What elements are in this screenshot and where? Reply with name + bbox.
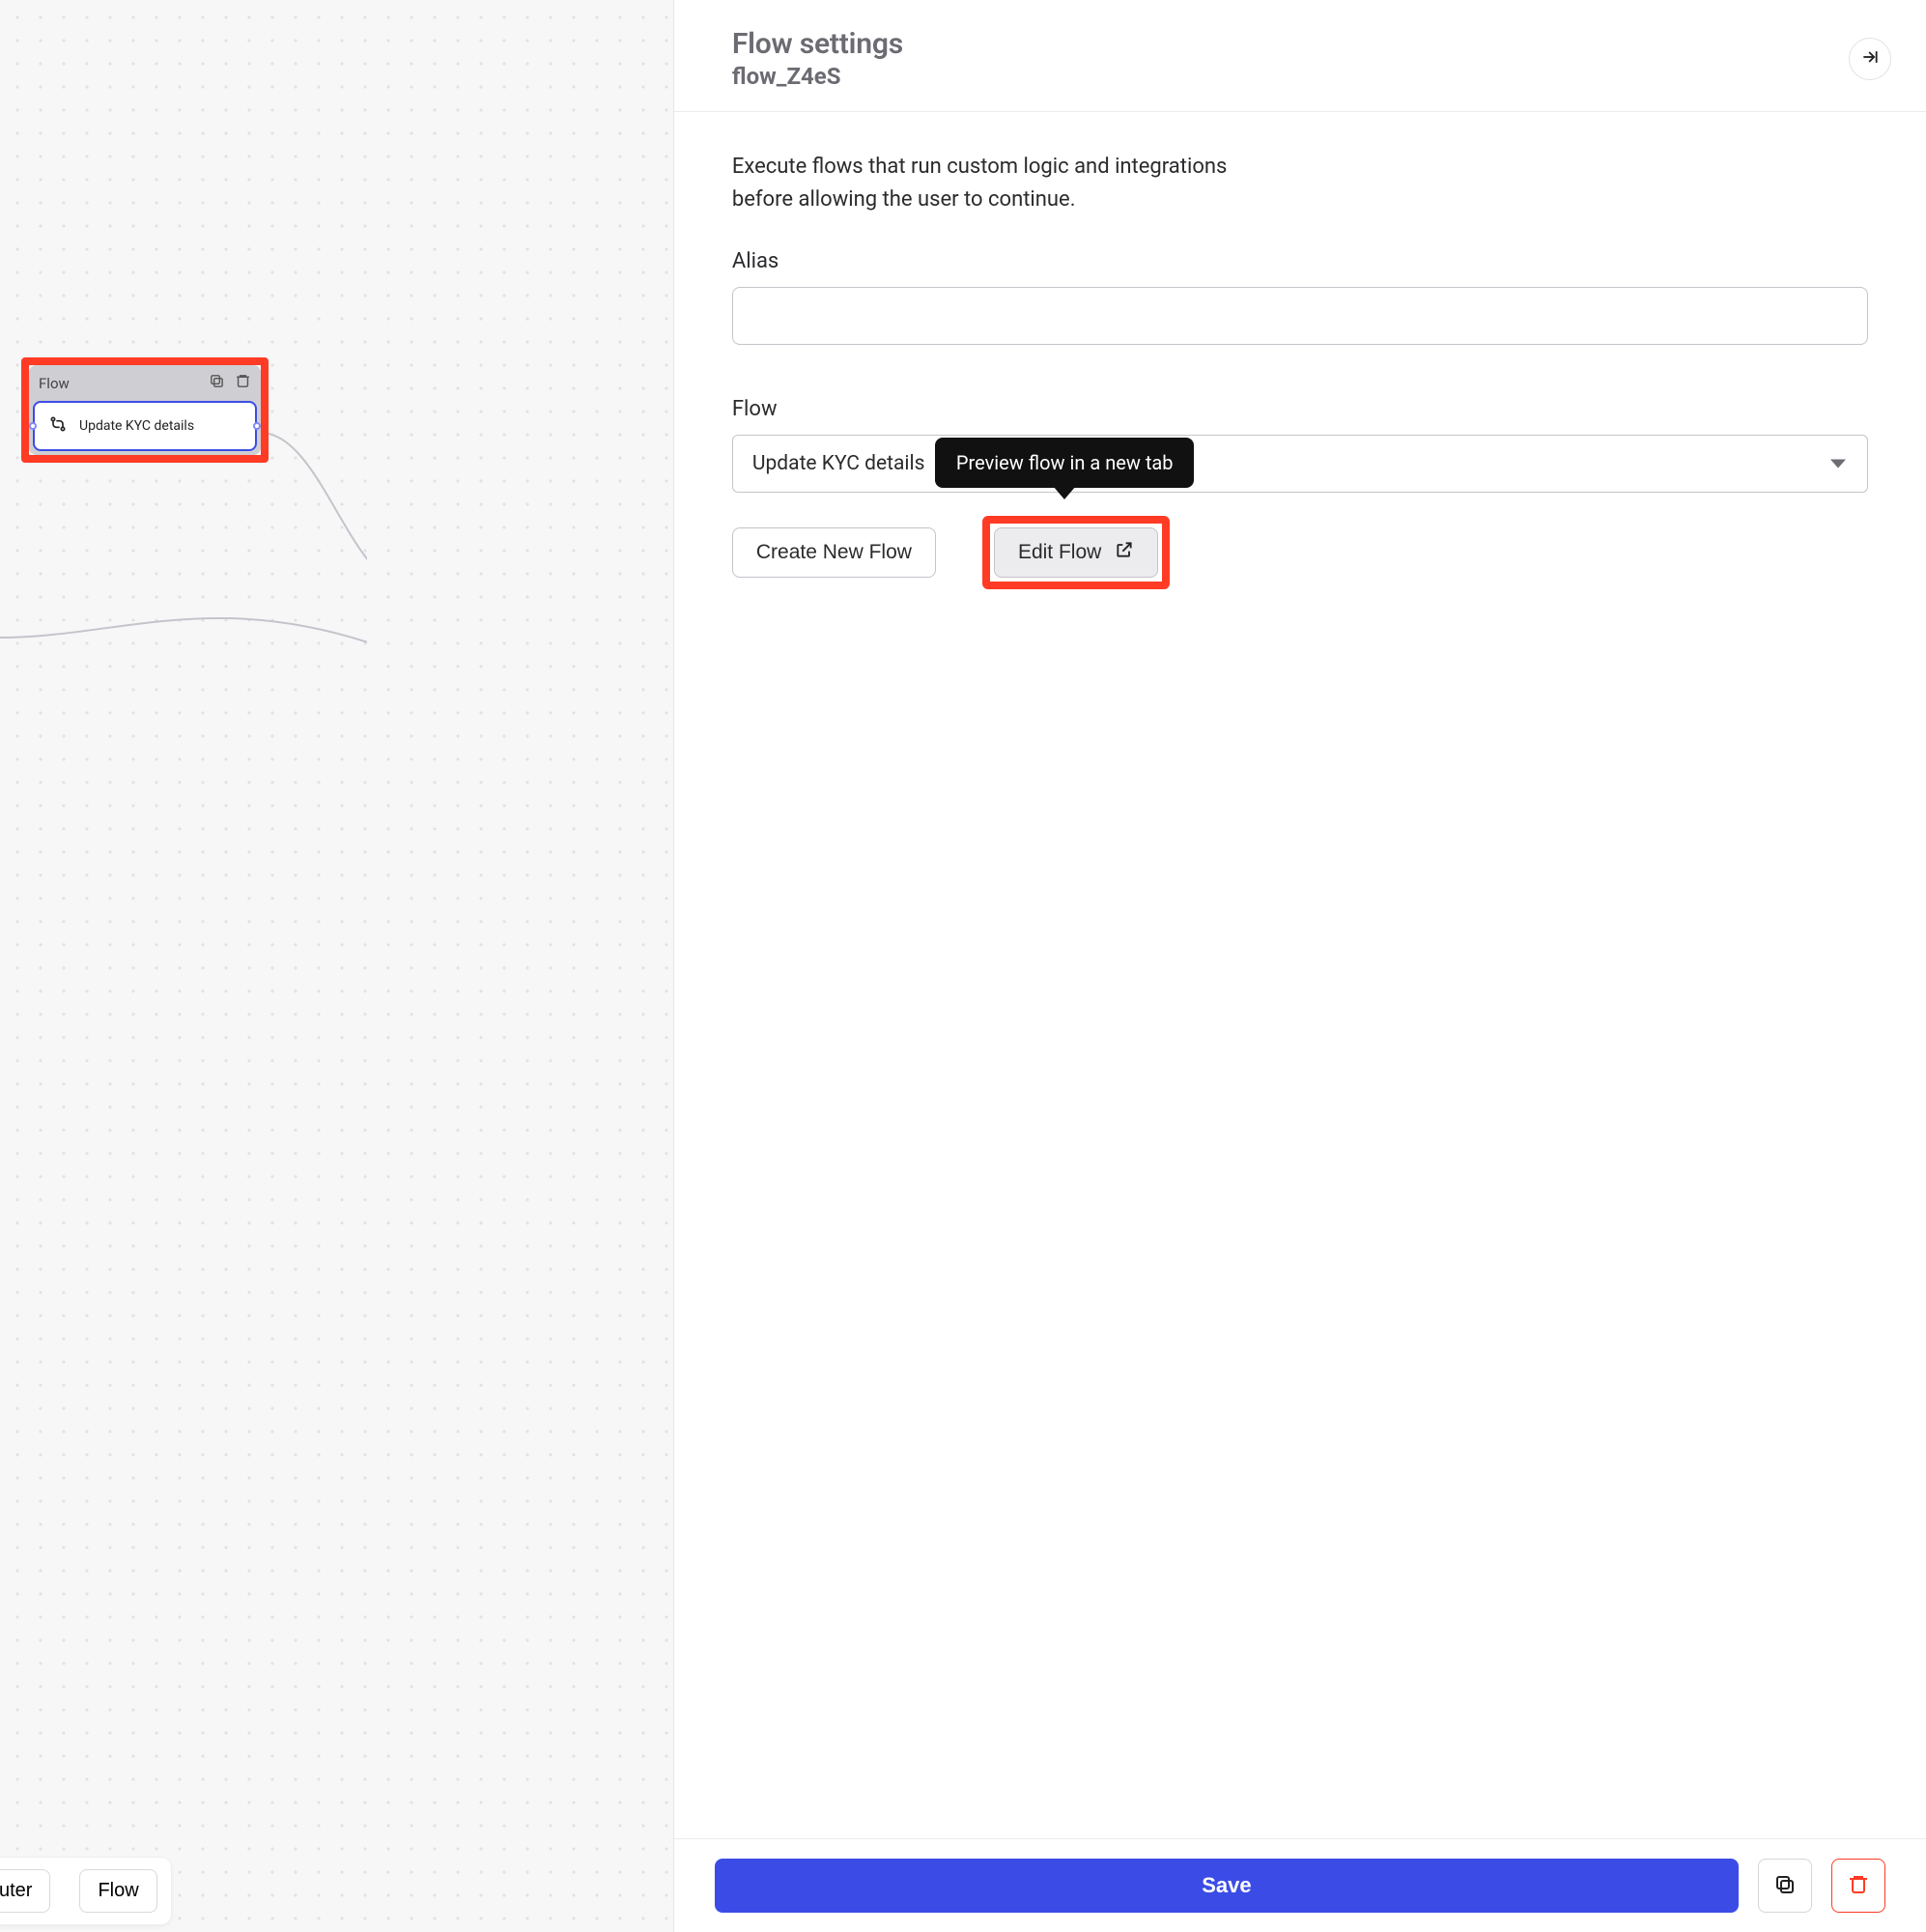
edit-flow-button[interactable]: Edit Flow [994, 527, 1158, 578]
trash-icon[interactable] [235, 373, 251, 393]
external-link-icon [1115, 540, 1134, 565]
node-port-in[interactable] [29, 422, 37, 430]
duplicate-icon[interactable] [209, 373, 225, 393]
panel-description: Execute flows that run custom logic and … [732, 151, 1273, 216]
node-port-out[interactable] [253, 422, 261, 430]
panel-title: Flow settings [732, 27, 1849, 61]
edit-flow-highlight: Edit Flow [982, 516, 1170, 589]
toolbar-router-button[interactable]: uter [0, 1869, 50, 1913]
flow-canvas[interactable]: Flow Update KYC details [0, 0, 674, 1932]
create-new-flow-button[interactable]: Create New Flow [732, 527, 936, 578]
flow-label: Flow [732, 397, 1868, 421]
flow-field: Flow Update KYC details Preview flow in … [732, 397, 1868, 493]
delete-button[interactable] [1831, 1859, 1885, 1913]
panel-subtitle: flow_Z4eS [732, 63, 1849, 90]
flow-node-body[interactable]: Update KYC details [33, 401, 257, 451]
flow-node-highlight: Flow Update KYC details [21, 357, 269, 463]
flow-node-header-label: Flow [39, 375, 209, 392]
collapse-panel-button[interactable] [1849, 38, 1891, 80]
chevron-down-icon [1830, 460, 1846, 469]
duplicate-icon [1773, 1873, 1797, 1899]
duplicate-button[interactable] [1758, 1859, 1812, 1913]
alias-field: Alias [732, 249, 1868, 345]
alias-input[interactable] [732, 287, 1868, 345]
save-button[interactable]: Save [715, 1859, 1739, 1913]
flow-node-body-label: Update KYC details [79, 418, 194, 434]
flow-action-row: Create New Flow Edit Flow [732, 527, 1868, 589]
edit-flow-button-label: Edit Flow [1018, 541, 1101, 564]
flow-node-header: Flow [29, 365, 261, 401]
settings-panel: Flow settings flow_Z4eS Execute flows th… [674, 0, 1926, 1932]
tooltip-text: Preview flow in a new tab [956, 451, 1174, 474]
panel-header: Flow settings flow_Z4eS [674, 0, 1926, 112]
alias-label: Alias [732, 249, 1868, 273]
flow-icon [48, 414, 68, 438]
toolbar-flow-button[interactable]: Flow [79, 1869, 156, 1913]
flow-select[interactable]: Update KYC details [732, 435, 1868, 493]
panel-body: Execute flows that run custom logic and … [674, 112, 1926, 1838]
trash-icon [1847, 1873, 1870, 1899]
flow-select-value: Update KYC details [752, 452, 925, 475]
edit-flow-tooltip: Preview flow in a new tab [935, 438, 1195, 488]
canvas-toolbar: uter Flow [0, 1858, 171, 1924]
flow-node[interactable]: Flow Update KYC details [29, 365, 261, 455]
arrow-right-to-line-icon [1860, 47, 1880, 70]
panel-footer: Save [674, 1838, 1926, 1932]
